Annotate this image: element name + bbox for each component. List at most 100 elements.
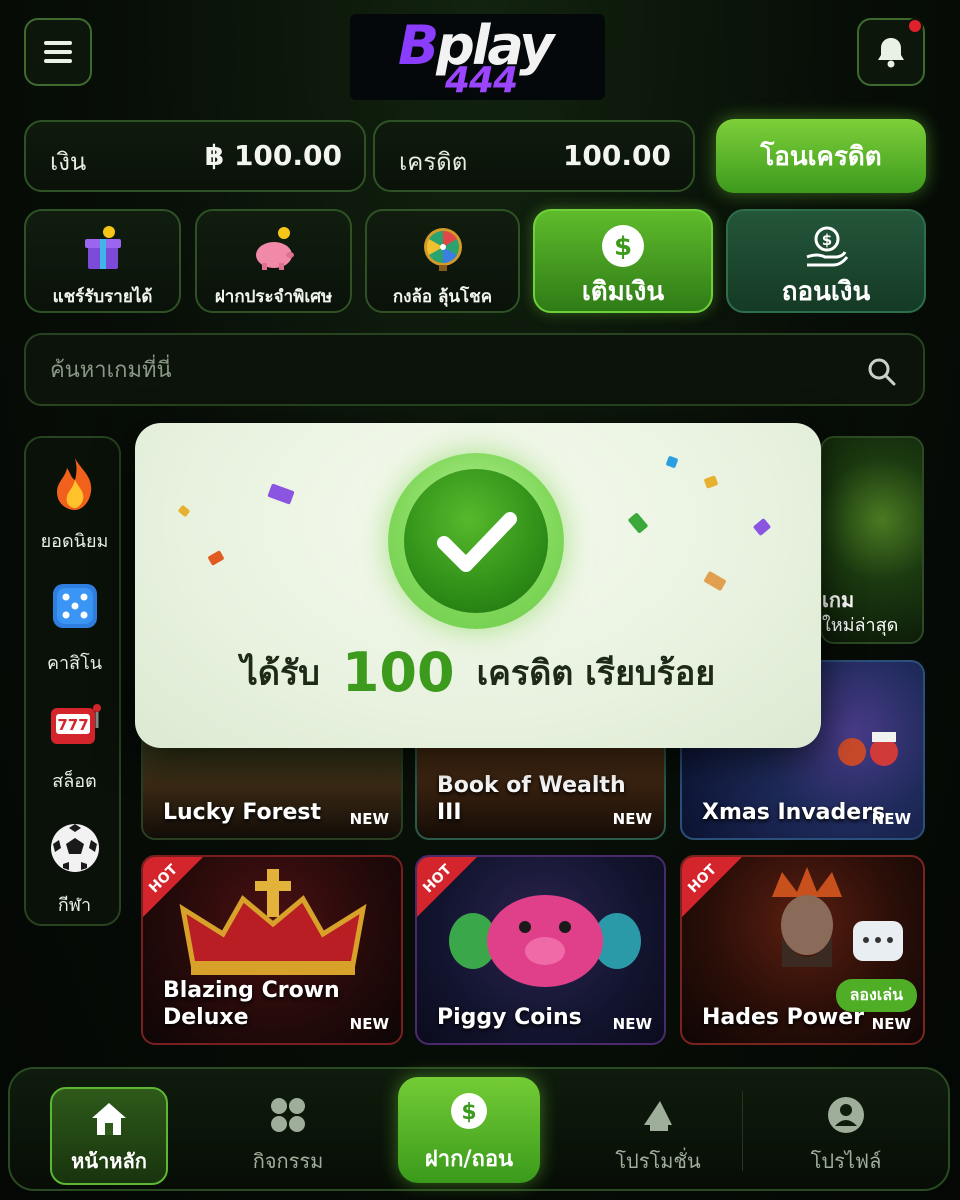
game-name: Blazing Crown Deluxe [163, 978, 340, 1030]
nav-deposit-withdraw[interactable]: $ ฝาก/ถอน [398, 1077, 540, 1183]
category-sports[interactable]: กีฬา [26, 820, 123, 930]
credit-balance-card: เครดิต 100.00 [373, 120, 695, 192]
topup-label: เติมเงิน [581, 277, 665, 307]
special-deposit-label: ฝากประจำพิเศษ [214, 287, 333, 307]
game-name: Lucky Forest [163, 800, 321, 825]
apps-grid-icon [271, 1098, 305, 1132]
nav-divider [742, 1091, 743, 1171]
wheel-icon [423, 228, 462, 271]
nav-promotions[interactable]: โปรโมชั่น [576, 1069, 740, 1189]
slot-machine-icon: 777 [50, 704, 101, 744]
success-amount: 100 [341, 641, 455, 704]
share-earn-button[interactable]: แชร์รับรายได้ [24, 209, 181, 313]
brand-logo: Bplay 444 [350, 14, 605, 101]
new-badge: NEW [612, 1015, 652, 1033]
new-games-tile[interactable]: เกม ใหม่ล่าสุด [820, 436, 924, 644]
confetti [177, 504, 191, 518]
lucky-wheel-button[interactable]: กงล้อ ลุ้นโชค [365, 209, 520, 313]
category-sidebar: ยอดนิยม คาสิโน 777 สล็อต กีฬา [24, 436, 121, 926]
nav-activities-label: กิจกรรม [252, 1149, 324, 1173]
nav-home-label: หน้าหลัก [71, 1149, 147, 1173]
success-prefix: ได้รับ [240, 653, 320, 694]
category-label: สล็อต [52, 771, 97, 792]
svg-text:777: 777 [57, 716, 88, 734]
success-modal: ได้รับ 100 เครดิต เรียบร้อย [135, 423, 821, 748]
nav-activities[interactable]: กิจกรรม [210, 1069, 366, 1189]
confetti [665, 455, 679, 469]
category-label: คาสิโน [46, 653, 103, 674]
topup-button[interactable]: $ เติมเงิน [533, 209, 713, 313]
lucky-wheel-label: กงล้อ ลุ้นโชค [392, 287, 493, 307]
new-badge: NEW [871, 810, 911, 828]
game-name: Xmas Invaders [702, 800, 886, 825]
game-name: Piggy Coins [437, 1005, 582, 1030]
game-tile-piggy-coins[interactable]: HOT Piggy Coins NEW [415, 855, 666, 1045]
search-bar [24, 333, 925, 406]
svg-text:$: $ [461, 1100, 476, 1125]
dollar-coin-icon: $ [602, 225, 644, 267]
success-suffix: เครดิต เรียบร้อย [476, 653, 716, 694]
dollar-coin-icon: $ [451, 1093, 487, 1129]
logo-initial: B [398, 14, 439, 77]
nav-home[interactable]: หน้าหลัก [50, 1087, 168, 1185]
confetti [627, 512, 649, 534]
svg-text:$: $ [822, 231, 832, 249]
hand-money-icon: $ [806, 226, 849, 267]
notification-dot [907, 18, 923, 34]
withdraw-label: ถอนเงิน [781, 277, 871, 307]
search-input[interactable] [50, 351, 850, 389]
category-popular[interactable]: ยอดนิยม [26, 456, 123, 566]
game-name: Book of Wealth III [437, 773, 626, 825]
piggy-bank-icon [255, 227, 294, 270]
nav-profile[interactable]: โปรไฟล์ [762, 1069, 930, 1189]
new-badge: NEW [612, 810, 652, 828]
notification-button[interactable] [857, 18, 925, 86]
svg-text:$: $ [614, 232, 632, 262]
confetti [752, 517, 772, 537]
game-tile-blazing-crown[interactable]: HOT Blazing Crown Deluxe NEW [141, 855, 403, 1045]
new-badge: NEW [349, 810, 389, 828]
cash-label: เงิน [50, 148, 87, 176]
transfer-credit-button[interactable]: โอนเครดิต [716, 119, 926, 193]
nav-profile-label: โปรไฟล์ [810, 1149, 882, 1173]
success-message: ได้รับ 100 เครดิต เรียบร้อย [135, 641, 821, 704]
hamburger-icon [44, 36, 72, 68]
credit-label: เครดิต [399, 148, 468, 176]
menu-button[interactable] [24, 18, 92, 86]
new-badge: NEW [349, 1015, 389, 1033]
special-deposit-button[interactable]: ฝากประจำพิเศษ [195, 209, 352, 313]
new-badge: NEW [871, 1015, 911, 1033]
category-slots[interactable]: 777 สล็อต [26, 696, 123, 806]
logo-number: 444 [445, 60, 518, 101]
bell-icon [878, 38, 904, 68]
gift-icon [84, 226, 121, 269]
crown-icon [179, 869, 367, 975]
confetti [267, 483, 295, 505]
nav-deposit-withdraw-label: ฝาก/ถอน [424, 1147, 514, 1172]
new-games-subtitle: ใหม่ล่าสุด [822, 615, 899, 636]
home-icon [92, 1103, 126, 1135]
megaphone-icon [644, 1101, 672, 1131]
game-tile-hades-power[interactable]: ลองเล่น HOT Hades Power NEW [680, 855, 925, 1045]
search-icon[interactable] [867, 357, 897, 387]
bottom-navigation: หน้าหลัก กิจกรรม $ ฝาก/ถอน โปรโมชั่น โปร… [8, 1067, 950, 1191]
confetti [207, 550, 225, 566]
hades-character-icon [772, 867, 842, 967]
confetti [703, 570, 727, 592]
fire-icon [56, 458, 91, 510]
user-avatar-icon [828, 1097, 864, 1133]
cash-balance-card: เงิน ฿ 100.00 [24, 120, 366, 192]
chat-bubble-icon[interactable] [853, 921, 903, 961]
nav-promotions-label: โปรโมชั่น [615, 1149, 701, 1173]
cash-value: ฿ 100.00 [204, 139, 342, 172]
success-check-icon [388, 453, 564, 629]
dice-icon [52, 584, 97, 628]
soccer-ball-icon [50, 824, 99, 872]
game-name: Hades Power [702, 1005, 865, 1030]
category-casino[interactable]: คาสิโน [26, 578, 123, 688]
withdraw-button[interactable]: $ ถอนเงิน [726, 209, 926, 313]
credit-value: 100.00 [562, 139, 671, 172]
confetti [703, 475, 719, 489]
category-label: กีฬา [57, 895, 92, 916]
category-label: ยอดนิยม [40, 531, 109, 552]
